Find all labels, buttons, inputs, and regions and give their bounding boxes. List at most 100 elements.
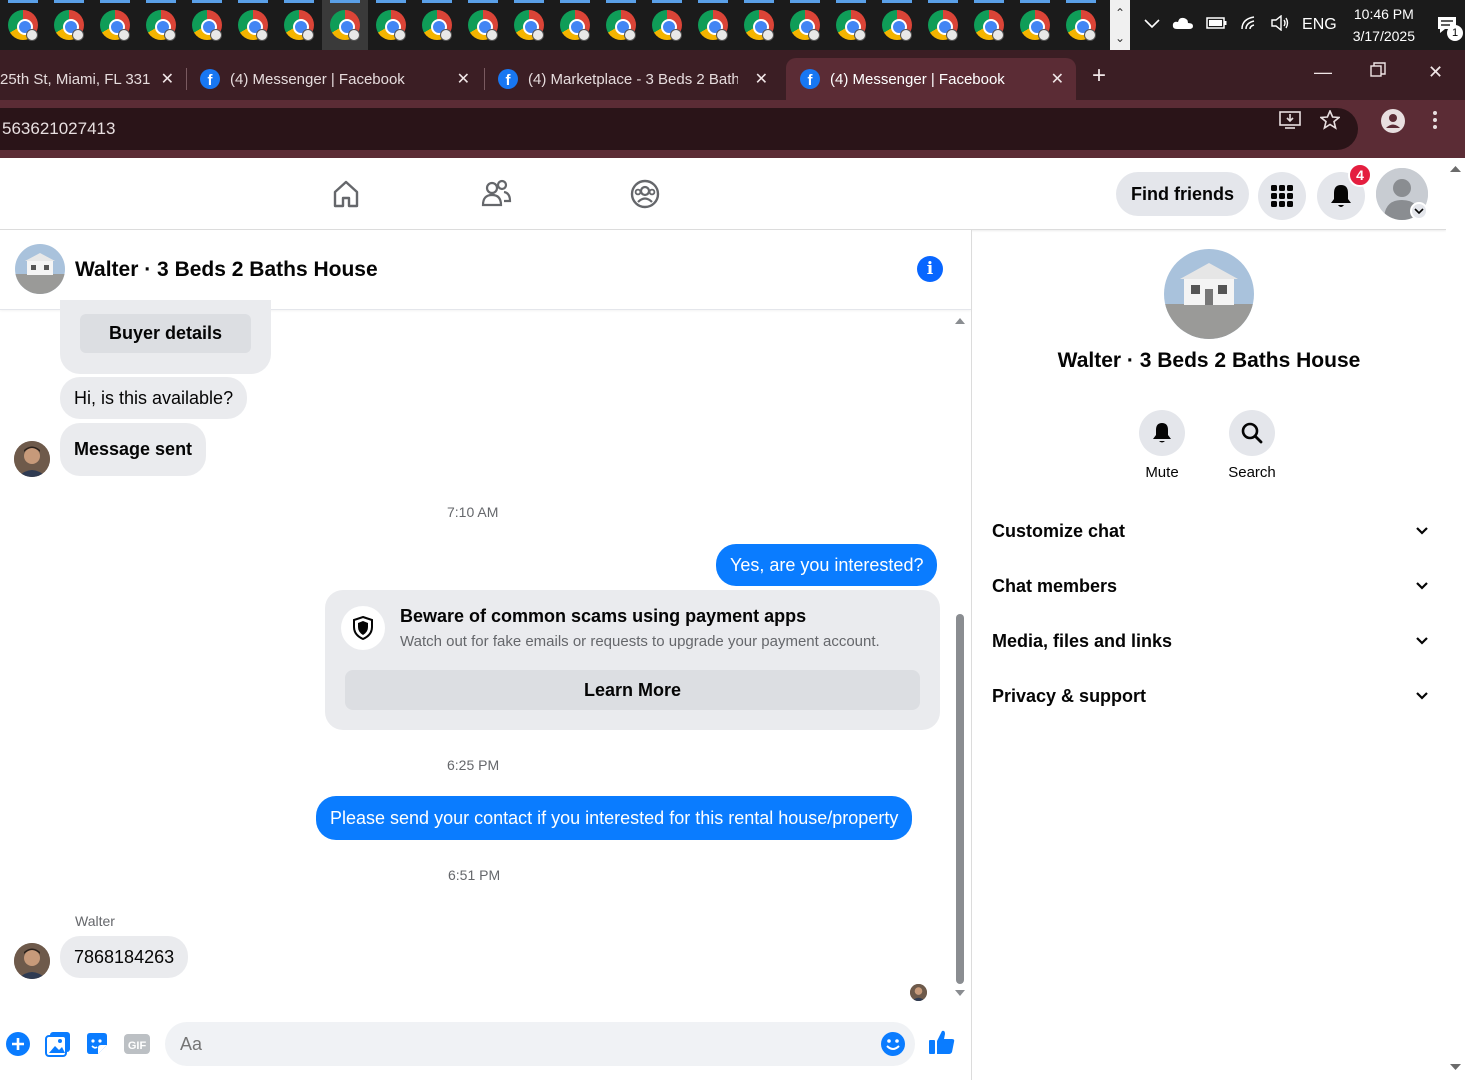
address-bar[interactable]: 563621027413 bbox=[0, 108, 1358, 150]
scroll-down-icon[interactable] bbox=[954, 988, 966, 998]
find-friends-button[interactable]: Find friends bbox=[1116, 172, 1249, 216]
message-bubble-outgoing[interactable]: Yes, are you interested? bbox=[716, 544, 938, 586]
taskbar-chrome-app[interactable] bbox=[92, 0, 138, 50]
search-action[interactable]: Search bbox=[1207, 410, 1297, 481]
taskbar-chrome-app[interactable] bbox=[184, 0, 230, 50]
language-indicator[interactable]: ENG bbox=[1302, 16, 1337, 34]
clock-date: 3/17/2025 bbox=[1352, 28, 1415, 44]
system-clock[interactable]: 10:46 PM 3/17/2025 bbox=[1353, 3, 1415, 47]
chrome-profile-icon[interactable] bbox=[1380, 108, 1406, 140]
conversation-avatar[interactable] bbox=[15, 244, 65, 294]
taskbar-chrome-app[interactable] bbox=[782, 0, 828, 50]
taskbar-chrome-app[interactable] bbox=[644, 0, 690, 50]
tab-close-icon[interactable]: ✕ bbox=[457, 69, 470, 89]
sender-avatar[interactable] bbox=[14, 441, 50, 477]
taskbar-chrome-app[interactable] bbox=[460, 0, 506, 50]
plus-circle-icon[interactable] bbox=[4, 1030, 32, 1058]
taskbar-chrome-app[interactable] bbox=[138, 0, 184, 50]
chevron-down-icon[interactable]: ⌄ bbox=[1115, 31, 1125, 45]
section-label: Customize chat bbox=[992, 520, 1126, 541]
onedrive-cloud-icon[interactable] bbox=[1172, 16, 1194, 35]
taskbar-chrome-app[interactable] bbox=[920, 0, 966, 50]
groups-icon[interactable] bbox=[627, 176, 663, 212]
tab-title: (4) Messenger | Facebook bbox=[830, 70, 1005, 88]
buyer-details-button[interactable]: Buyer details bbox=[80, 314, 251, 353]
taskbar-chrome-app[interactable] bbox=[966, 0, 1012, 50]
browser-tab-3[interactable]: f (4) Marketplace - 3 Beds 2 Bath ✕ bbox=[484, 58, 780, 100]
taskbar-chrome-app[interactable] bbox=[230, 0, 276, 50]
home-icon[interactable] bbox=[328, 176, 364, 212]
taskbar-chrome-app[interactable] bbox=[414, 0, 460, 50]
chrome-menu-icon[interactable] bbox=[1432, 110, 1438, 136]
taskbar-chrome-app[interactable] bbox=[828, 0, 874, 50]
mute-action[interactable]: Mute bbox=[1117, 410, 1207, 481]
notification-center-icon[interactable]: 1 bbox=[1429, 5, 1465, 45]
emoji-icon[interactable] bbox=[879, 1030, 907, 1058]
minimize-window-button[interactable]: — bbox=[1314, 62, 1332, 83]
browser-tab-2[interactable]: f (4) Messenger | Facebook ✕ bbox=[186, 58, 482, 100]
menu-grid-icon[interactable] bbox=[1258, 172, 1306, 220]
new-tab-button[interactable]: + bbox=[1092, 62, 1106, 90]
conversation-info-icon[interactable]: i bbox=[917, 256, 943, 282]
wifi-icon[interactable] bbox=[1240, 15, 1258, 36]
taskbar-chrome-app[interactable] bbox=[506, 0, 552, 50]
install-app-icon[interactable] bbox=[1279, 110, 1301, 136]
scroll-up-icon[interactable] bbox=[954, 316, 966, 326]
taskbar-chrome-app[interactable] bbox=[598, 0, 644, 50]
tab-close-icon[interactable]: ✕ bbox=[755, 69, 768, 89]
bookmark-star-icon[interactable] bbox=[1318, 108, 1342, 136]
account-menu-chevron-icon[interactable] bbox=[1410, 202, 1428, 220]
photo-gallery-icon[interactable] bbox=[44, 1030, 72, 1058]
mute-label: Mute bbox=[1145, 464, 1179, 481]
search-icon[interactable] bbox=[1229, 410, 1275, 456]
conversation-title[interactable]: Walter · 3 Beds 2 Baths House bbox=[75, 258, 378, 282]
chevron-up-icon[interactable]: ⌃ bbox=[1115, 6, 1125, 20]
taskbar-chrome-app[interactable] bbox=[322, 0, 368, 50]
search-label: Search bbox=[1228, 464, 1276, 481]
chat-members-section[interactable]: Chat members bbox=[992, 566, 1430, 606]
message-input[interactable] bbox=[165, 1022, 915, 1066]
learn-more-button[interactable]: Learn More bbox=[345, 670, 920, 710]
taskbar-chrome-app[interactable] bbox=[368, 0, 414, 50]
taskbar-chrome-app[interactable] bbox=[0, 0, 46, 50]
taskbar-chrome-app[interactable] bbox=[736, 0, 782, 50]
taskbar-chrome-app[interactable] bbox=[1058, 0, 1104, 50]
restore-window-button[interactable] bbox=[1370, 62, 1386, 83]
sticker-icon[interactable] bbox=[83, 1030, 111, 1058]
friends-icon[interactable] bbox=[478, 176, 514, 212]
profile-badge-icon bbox=[670, 29, 682, 41]
conversation-profile-photo[interactable] bbox=[1164, 249, 1254, 339]
section-label: Privacy & support bbox=[992, 685, 1147, 706]
message-bubble-status[interactable]: Message sent bbox=[60, 423, 207, 476]
tab-close-icon[interactable]: ✕ bbox=[161, 69, 174, 89]
customize-chat-section[interactable]: Customize chat bbox=[992, 511, 1430, 551]
gif-icon[interactable]: GIF bbox=[123, 1030, 151, 1058]
chat-scroll-thumb[interactable] bbox=[956, 614, 964, 984]
taskbar-chrome-app[interactable] bbox=[874, 0, 920, 50]
chevron-down-icon bbox=[1416, 637, 1428, 645]
sender-avatar[interactable] bbox=[14, 943, 50, 979]
bell-icon[interactable] bbox=[1139, 410, 1185, 456]
message-bubble-incoming[interactable]: Hi, is this available? bbox=[60, 377, 248, 419]
message-bubble-incoming[interactable]: 7868184263 bbox=[60, 936, 189, 978]
taskbar-scroll-buttons[interactable]: ⌃ ⌄ bbox=[1110, 0, 1131, 50]
browser-tab-4-active[interactable]: f (4) Messenger | Facebook ✕ bbox=[786, 58, 1076, 100]
thumbs-up-icon[interactable] bbox=[928, 1028, 956, 1056]
close-window-button[interactable]: ✕ bbox=[1428, 62, 1443, 83]
privacy-support-section[interactable]: Privacy & support bbox=[992, 676, 1430, 716]
page-scrollbar[interactable] bbox=[1446, 158, 1465, 1080]
scroll-up-icon[interactable] bbox=[1446, 164, 1465, 174]
browser-tab-1[interactable]: 25th St, Miami, FL 331 ✕ bbox=[0, 58, 186, 100]
taskbar-chrome-app[interactable] bbox=[690, 0, 736, 50]
scroll-down-icon[interactable] bbox=[1446, 1062, 1465, 1072]
volume-icon[interactable] bbox=[1270, 14, 1290, 36]
tab-close-icon[interactable]: ✕ bbox=[1051, 69, 1064, 89]
taskbar-chrome-app[interactable] bbox=[276, 0, 322, 50]
battery-icon[interactable] bbox=[1206, 16, 1228, 35]
taskbar-chrome-app[interactable] bbox=[1012, 0, 1058, 50]
media-files-links-section[interactable]: Media, files and links bbox=[992, 621, 1430, 661]
taskbar-chrome-app[interactable] bbox=[46, 0, 92, 50]
message-bubble-outgoing[interactable]: Please send your contact if you interest… bbox=[316, 796, 913, 840]
taskbar-chrome-app[interactable] bbox=[552, 0, 598, 50]
show-hidden-icons-icon[interactable] bbox=[1144, 16, 1160, 34]
